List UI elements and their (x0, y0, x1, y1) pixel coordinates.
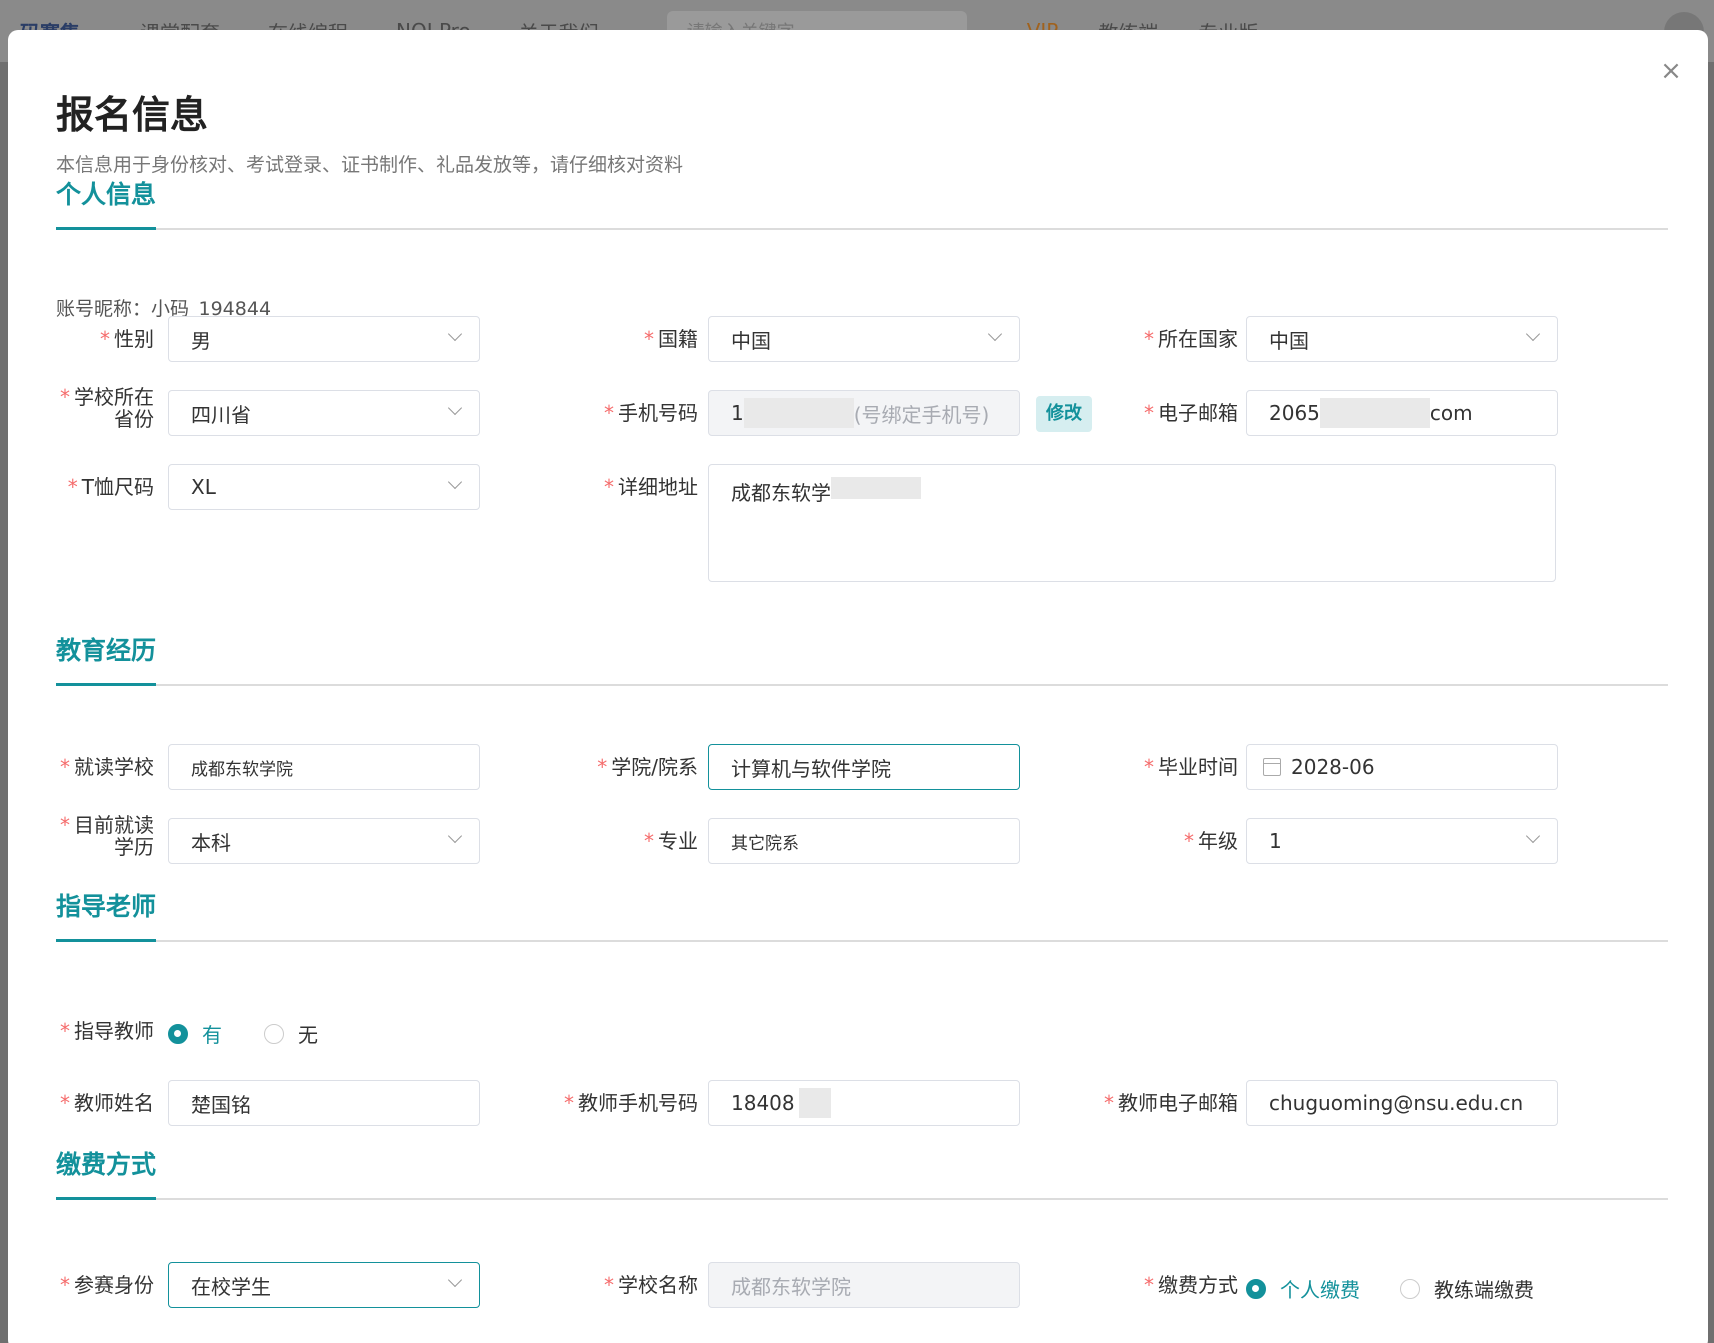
teacher-email-input[interactable]: chuguoming@nsu.edu.cn (1246, 1080, 1558, 1126)
close-icon[interactable]: × (1656, 56, 1686, 86)
section-education: 教育经历 (56, 626, 1668, 686)
radio-dot (168, 1023, 188, 1044)
major-label: * 专业 (644, 829, 698, 853)
chevron-down-icon (447, 329, 463, 345)
teacher-name-label: * 教师姓名 (60, 1091, 154, 1115)
chevron-down-icon (1525, 831, 1541, 847)
chevron-down-icon (987, 329, 1003, 345)
graduation-label: * 毕业时间 (1144, 755, 1238, 779)
gender-select[interactable]: 男 (168, 316, 480, 362)
degree-select[interactable]: 本科 (168, 818, 480, 864)
radio-has-teacher-yes[interactable]: 有 (168, 1019, 222, 1048)
teacher-name-input[interactable]: 楚国铭 (168, 1080, 480, 1126)
college-input[interactable]: 计算机与软件学院 (708, 744, 1020, 790)
chevron-down-icon (447, 831, 463, 847)
email-label: * 电子邮箱 (1144, 401, 1238, 425)
redacted-block (831, 477, 921, 499)
identity-select[interactable]: 在校学生 (168, 1262, 480, 1308)
school-name-input: 成都东软学院 (708, 1262, 1020, 1308)
address-label: * 详细地址 (604, 475, 698, 499)
section-teacher: 指导老师 (56, 882, 1668, 942)
address-textarea[interactable]: 成都东软学 (708, 464, 1556, 582)
chevron-down-icon (447, 477, 463, 493)
payment-method-label: * 缴费方式 (1144, 1273, 1238, 1297)
calendar-icon (1263, 758, 1281, 776)
major-input[interactable]: 其它院系 (708, 818, 1020, 864)
modal-title: 报名信息 (56, 93, 209, 137)
section-title: 个人信息 (56, 175, 157, 230)
grade-select[interactable]: 1 (1246, 818, 1558, 864)
radio-dot (1246, 1278, 1266, 1299)
school-input[interactable]: 成都东软学院 (168, 744, 480, 790)
redacted-block (743, 398, 854, 428)
radio-payment-personal[interactable]: 个人缴费 (1246, 1274, 1360, 1303)
radio-dot (264, 1023, 284, 1044)
tshirt-label: * T恤尺码 (67, 475, 154, 499)
redacted-block (1319, 398, 1430, 428)
teacher-phone-input[interactable]: 18408 (708, 1080, 1020, 1126)
section-personal: 个人信息 (56, 170, 1668, 230)
teacher-email-label: * 教师电子邮箱 (1104, 1091, 1238, 1115)
nationality-label: * 国籍 (644, 327, 698, 351)
registration-modal: × 报名信息 本信息用于身份核对、考试登录、证书制作、礼品发放等，请仔细核对资料… (8, 30, 1708, 1343)
radio-payment-coach[interactable]: 教练端缴费 (1400, 1274, 1534, 1303)
phone-label: * 手机号码 (604, 401, 698, 425)
grade-label: * 年级 (1184, 829, 1238, 853)
chevron-down-icon (447, 1275, 463, 1291)
redacted-block (798, 1088, 831, 1118)
has-teacher-label: * 指导教师 (60, 1019, 154, 1043)
section-payment: 缴费方式 (56, 1140, 1668, 1200)
school-label: * 就读学校 (60, 755, 154, 779)
chevron-down-icon (1525, 329, 1541, 345)
phone-input: 1 (号绑定手机号) (708, 390, 1020, 436)
email-input[interactable]: 2065 com (1246, 390, 1558, 436)
section-title: 指导老师 (56, 887, 157, 942)
edit-phone-button[interactable]: 修改 (1036, 396, 1092, 432)
chevron-down-icon (447, 403, 463, 419)
degree-label: * 目前就读 学历 (60, 813, 154, 859)
country-label: * 所在国家 (1144, 327, 1238, 351)
province-label: * 学校所在 省份 (60, 385, 154, 431)
province-select[interactable]: 四川省 (168, 390, 480, 436)
tshirt-select[interactable]: XL (168, 464, 480, 510)
section-title: 教育经历 (56, 631, 157, 686)
section-title: 缴费方式 (56, 1145, 157, 1200)
teacher-phone-label: * 教师手机号码 (564, 1091, 698, 1115)
country-select[interactable]: 中国 (1246, 316, 1558, 362)
graduation-date-picker[interactable]: 2028-06 (1246, 744, 1558, 790)
radio-dot (1400, 1278, 1420, 1299)
school-name-label: * 学校名称 (604, 1273, 698, 1297)
identity-label: * 参赛身份 (60, 1273, 154, 1297)
gender-label: * 性别 (100, 327, 154, 351)
radio-has-teacher-no[interactable]: 无 (264, 1019, 318, 1048)
college-label: * 学院/院系 (597, 755, 698, 779)
nationality-select[interactable]: 中国 (708, 316, 1020, 362)
